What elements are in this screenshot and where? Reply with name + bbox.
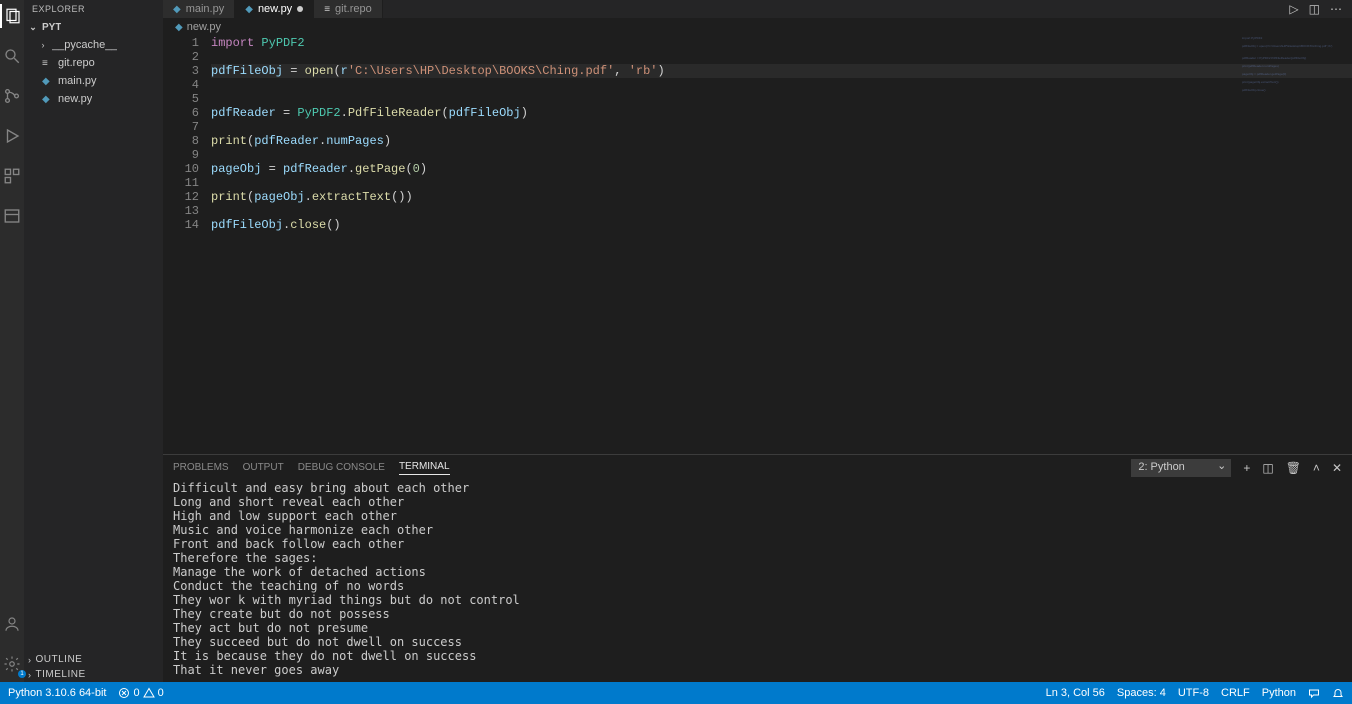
error-count: 0 (133, 687, 139, 699)
run-debug-icon[interactable] (0, 124, 24, 148)
activity-bar: 1 (0, 0, 24, 682)
notifications-icon[interactable] (1332, 687, 1344, 699)
close-panel-icon[interactable]: ✕ (1332, 461, 1342, 475)
folder-pycache[interactable]: › __pycache__ (24, 36, 163, 54)
maximize-panel-icon[interactable]: ˄ (1313, 461, 1320, 475)
explorer-sidebar: EXPLORER ⌄ PYT › __pycache__ git.repo ma… (24, 0, 163, 682)
new-terminal-icon[interactable]: + (1243, 461, 1250, 475)
chevron-right-icon: › (38, 40, 48, 50)
chevron-down-icon: ⌄ (28, 22, 38, 33)
layout-icon[interactable] (0, 204, 24, 228)
terminal-selector-label: 2: Python (1138, 461, 1184, 473)
panel-tabs: PROBLEMS OUTPUT DEBUG CONSOLE TERMINAL 2: P… (163, 455, 1352, 481)
kill-terminal-icon[interactable]: 🗑 (1286, 461, 1301, 475)
panel-tab-terminal[interactable]: TERMINAL (399, 461, 450, 475)
workspace-name: PYT (42, 22, 61, 33)
chevron-right-icon: › (28, 655, 32, 665)
file-icon: ≡ (324, 4, 330, 15)
panel-tab-debug-console[interactable]: DEBUG CONSOLE (298, 462, 385, 475)
folder-name: __pycache__ (52, 39, 117, 51)
chevron-right-icon: › (28, 670, 32, 680)
source-control-icon[interactable] (0, 84, 24, 108)
cursor-position[interactable]: Ln 3, Col 56 (1046, 687, 1105, 699)
bottom-panel: PROBLEMS OUTPUT DEBUG CONSOLE TERMINAL 2: P… (163, 454, 1352, 682)
editor-tab[interactable]: ◆ new.py (235, 0, 314, 18)
editor-tab[interactable]: ◆ main.py (163, 0, 235, 18)
tab-label: main.py (186, 3, 225, 15)
extensions-icon[interactable] (0, 164, 24, 188)
search-icon[interactable] (0, 44, 24, 68)
file-gitrepo[interactable]: git.repo (24, 54, 163, 72)
tab-label: new.py (258, 3, 292, 15)
explorer-icon[interactable] (0, 4, 24, 28)
python-file-icon: ◆ (175, 22, 183, 33)
feedback-icon[interactable] (1308, 687, 1320, 699)
split-editor-icon[interactable]: ◫ (1309, 2, 1320, 16)
editor-area: ◆main.py◆new.py≡git.repo ▷ ◫ ⋯ ◆ new.py … (163, 0, 1352, 682)
file-icon (42, 57, 54, 69)
code-lines[interactable]: import PyPDF2 pdfFileObj = open(r'C:\Use… (211, 36, 1352, 454)
run-icon[interactable]: ▷ (1289, 2, 1298, 16)
workspace-root[interactable]: ⌄ PYT (24, 18, 163, 36)
python-file-icon: ◆ (245, 4, 253, 15)
language-mode[interactable]: Python (1262, 687, 1296, 699)
split-terminal-icon[interactable]: ◫ (1262, 461, 1273, 475)
modified-indicator (297, 6, 303, 12)
indentation[interactable]: Spaces: 4 (1117, 687, 1166, 699)
python-interpreter[interactable]: Python 3.10.6 64-bit (8, 687, 106, 699)
file-name: git.repo (58, 57, 95, 69)
file-name: main.py (58, 75, 97, 87)
timeline-section[interactable]: › TIMELINE (24, 667, 163, 682)
python-file-icon (42, 75, 54, 87)
more-actions-icon[interactable]: ⋯ (1330, 2, 1342, 16)
python-file-icon: ◆ (173, 4, 181, 15)
account-icon[interactable] (0, 612, 24, 636)
panel-tab-problems[interactable]: PROBLEMS (173, 462, 229, 475)
file-main-py[interactable]: main.py (24, 72, 163, 90)
editor-tab[interactable]: ≡ git.repo (314, 0, 383, 18)
tab-label: git.repo (335, 3, 372, 15)
breadcrumb[interactable]: ◆ new.py (163, 18, 1352, 36)
problems-indicator[interactable]: 0 0 (118, 687, 163, 699)
breadcrumb-file: new.py (187, 21, 221, 33)
panel-tab-output[interactable]: OUTPUT (243, 462, 284, 475)
line-number-gutter: 1234567891011121314 (163, 36, 211, 454)
terminal-output[interactable]: Difficult and easy bring about each othe… (163, 481, 1352, 682)
file-new-py[interactable]: new.py (24, 90, 163, 108)
outline-label: OUTLINE (36, 654, 83, 665)
warning-count: 0 (158, 687, 164, 699)
outline-section[interactable]: › OUTLINE (24, 652, 163, 667)
python-file-icon (42, 93, 54, 105)
eol[interactable]: CRLF (1221, 687, 1250, 699)
editor-tabs: ◆ main.py ◆ new.py ≡ git.repo ▷ ◫ ⋯ (163, 0, 1352, 18)
encoding[interactable]: UTF-8 (1178, 687, 1209, 699)
timeline-label: TIMELINE (36, 669, 86, 680)
terminal-selector[interactable]: 2: Python (1131, 459, 1231, 477)
settings-gear-icon[interactable]: 1 (0, 652, 24, 676)
explorer-title: EXPLORER (24, 0, 163, 18)
file-name: new.py (58, 93, 92, 105)
status-bar: Python 3.10.6 64-bit 0 0 Ln 3, Col 56 Sp… (0, 682, 1352, 704)
editor-content[interactable]: 1234567891011121314 import PyPDF2 pdfFil… (163, 36, 1352, 454)
